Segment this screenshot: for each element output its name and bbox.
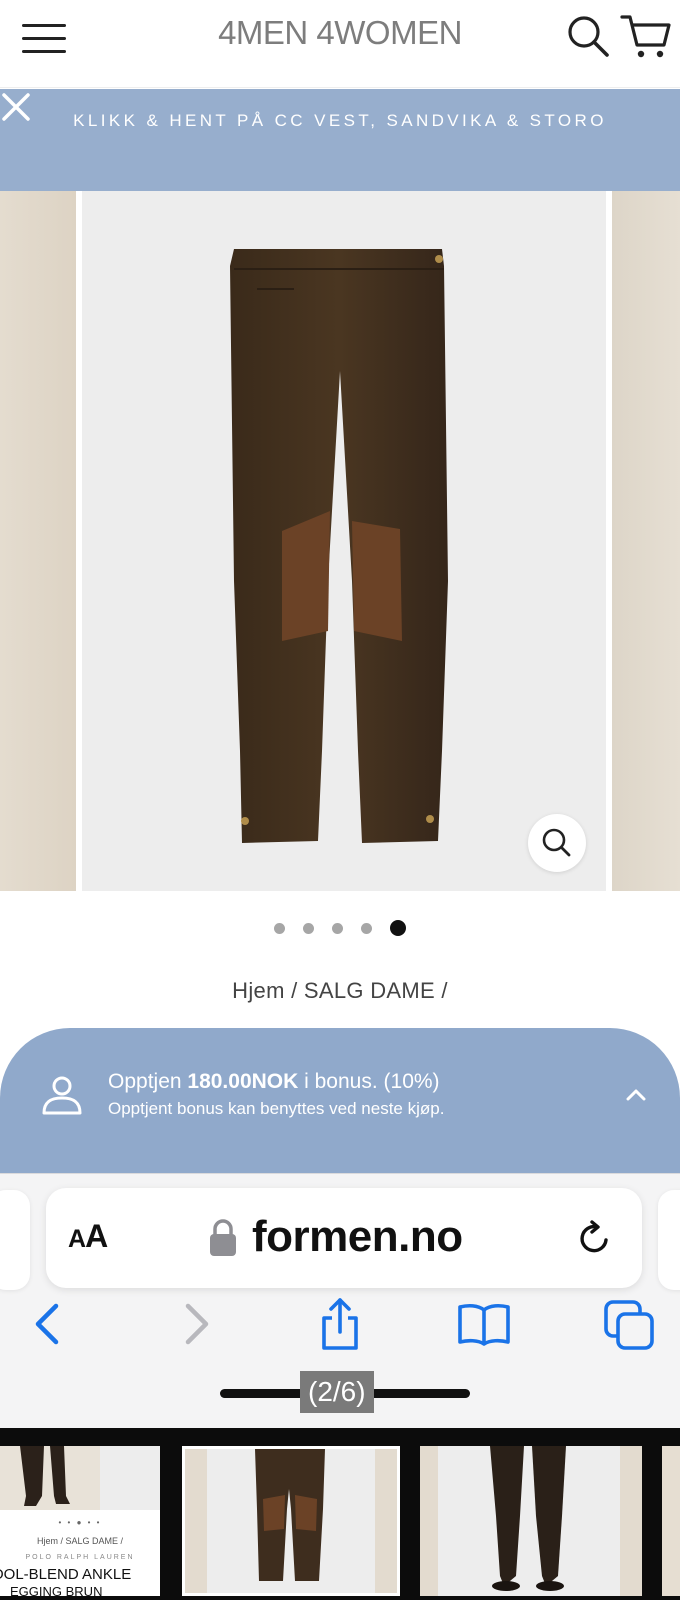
thumbnail-image	[420, 1446, 642, 1596]
back-arrow-icon[interactable]	[18, 1294, 78, 1354]
gallery-prev-slide[interactable]	[0, 191, 76, 891]
pagination-dot[interactable]	[274, 922, 285, 934]
thumbnail-image	[0, 1446, 160, 1510]
bonus-headline: Opptjen 180.00NOK i bonus. (10%)	[108, 1070, 440, 1093]
share-icon[interactable]	[310, 1294, 370, 1354]
screenshot-counter: (2/6)	[300, 1371, 374, 1413]
bonus-subtext: Opptjent bonus kan benyttes ved neste kj…	[108, 1099, 445, 1118]
pagination-dot[interactable]	[303, 922, 314, 934]
hamburger-menu-icon[interactable]	[22, 24, 66, 54]
screenshot-thumbnail-strip: • • ● • • Hjem / SALG DAME / POLO RALPH …	[0, 1428, 680, 1600]
promo-banner: KLIKK & HENT PÅ CC VEST, SANDVIKA & STOR…	[0, 89, 680, 191]
browser-nav-bar	[0, 1294, 680, 1364]
lock-icon	[208, 1218, 238, 1258]
pagination-dot[interactable]	[361, 922, 372, 934]
previous-tab-preview[interactable]	[0, 1190, 30, 1290]
gallery-pagination	[0, 918, 680, 938]
reader-text-size-button[interactable]: AA	[68, 1218, 108, 1255]
pagination-dot[interactable]	[332, 922, 343, 934]
bookmarks-icon[interactable]	[454, 1294, 514, 1354]
thumbnail-image	[185, 1449, 397, 1593]
forward-arrow-icon[interactable]	[166, 1294, 226, 1354]
address-bar[interactable]: AA formen.no	[46, 1188, 642, 1288]
reload-icon[interactable]	[576, 1219, 614, 1257]
bonus-amount: 180.00NOK	[187, 1070, 299, 1093]
product-gallery[interactable]	[0, 191, 680, 891]
thumbnail-2-active[interactable]	[182, 1446, 400, 1596]
site-logo[interactable]: 4MEN 4WOMEN	[150, 14, 530, 52]
thumbnail-1[interactable]: • • ● • • Hjem / SALG DAME / POLO RALPH …	[0, 1446, 160, 1596]
search-icon[interactable]	[566, 14, 612, 60]
user-icon	[40, 1073, 84, 1117]
pants-illustration	[230, 249, 448, 843]
next-tab-preview[interactable]	[658, 1190, 680, 1290]
page: 4MEN 4WOMEN KLIKK & HENT PÅ CC VEST, SAN…	[0, 0, 680, 1600]
tabs-icon[interactable]	[600, 1294, 660, 1354]
breadcrumb[interactable]: Hjem / SALG DAME /	[0, 978, 680, 1004]
gallery-next-slide[interactable]	[612, 191, 680, 891]
cart-icon[interactable]	[620, 12, 672, 62]
magnifier-icon[interactable]	[528, 814, 586, 872]
bonus-panel[interactable]: Opptjen 180.00NOK i bonus. (10%) Opptjen…	[0, 1028, 680, 1173]
thumbnail-3[interactable]	[420, 1446, 642, 1596]
product-image[interactable]	[82, 191, 606, 891]
chevron-up-icon[interactable]	[624, 1083, 648, 1107]
site-header: 4MEN 4WOMEN	[0, 0, 680, 88]
thumbnail-4[interactable]	[662, 1446, 680, 1596]
promo-text: KLIKK & HENT PÅ CC VEST, SANDVIKA & STOR…	[73, 111, 607, 130]
browser-toolbar: AA formen.no (2/6)	[0, 1173, 680, 1428]
url-text[interactable]: formen.no	[252, 1212, 463, 1262]
pagination-dot-active[interactable]	[390, 920, 406, 936]
